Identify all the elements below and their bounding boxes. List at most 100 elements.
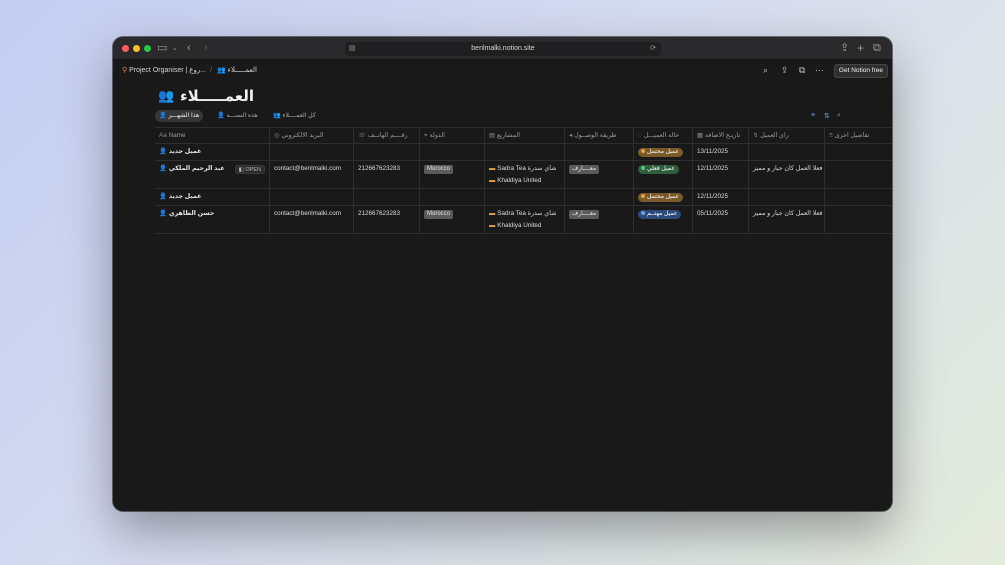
status-badge: عميل محتمل xyxy=(638,148,683,157)
review-cell[interactable] xyxy=(749,189,825,205)
maximize-window-button[interactable] xyxy=(144,45,151,52)
details-cell[interactable] xyxy=(825,189,892,205)
header-review[interactable]: ↯ راي العميل xyxy=(749,128,825,143)
more-icon[interactable]: ··· xyxy=(815,65,824,76)
tab-all-clients[interactable]: 👥 كل العمــــلاء xyxy=(269,110,320,122)
projects-cell[interactable] xyxy=(485,189,565,205)
status-cell[interactable]: عميل مهتــم xyxy=(634,206,693,233)
review-cell[interactable]: فعلا العمل كان جبار و مميز xyxy=(749,206,825,233)
sort-icon[interactable]: ⇅ xyxy=(824,112,830,120)
phone-cell[interactable] xyxy=(354,189,420,205)
date-cell[interactable]: 12/11/2025 xyxy=(693,189,749,205)
table-row[interactable]: 👤 عميل جديد عميل محتمل 13/11/2025 xyxy=(155,144,892,161)
sidebar-toggle-icon[interactable]: ▭ xyxy=(157,42,167,55)
header-date[interactable]: ▦ تاريـخ الاضافة xyxy=(693,128,749,143)
details-cell[interactable] xyxy=(825,161,892,188)
header-phone[interactable]: ☏ رقــــم الهاتــف xyxy=(354,128,420,143)
projects-cell[interactable]: ▬ Sadra Tea شاي سدرة ▬ Khaldiya United xyxy=(485,161,565,188)
tab-this-month[interactable]: 👤 هذا الشهـــر xyxy=(155,110,204,122)
close-window-button[interactable] xyxy=(122,45,129,52)
address-bar[interactable]: ▤ benlmalki.notion.site ⟳ xyxy=(345,42,661,56)
header-source[interactable]: ◂ طريقة الوصــول xyxy=(565,128,634,143)
folder-icon: ▬ xyxy=(489,210,496,217)
header-projects[interactable]: ▤ المشاريع xyxy=(485,128,565,143)
source-cell[interactable]: معــــارف xyxy=(565,161,634,188)
page-title: العمـــــلاء xyxy=(180,88,254,105)
source-cell[interactable]: معــــارف xyxy=(565,206,634,233)
details-cell[interactable] xyxy=(825,144,892,160)
name-cell[interactable]: 👤 حسن الطاهري xyxy=(155,206,270,233)
source-cell[interactable] xyxy=(565,144,634,160)
details-cell[interactable] xyxy=(825,206,892,233)
table-row[interactable]: 👤 حسن الطاهري contact@benlmalki.com 21266… xyxy=(155,206,892,234)
table-header: Aa Name ◎ البريد الالكتروني ☏ رقــــم الهات… xyxy=(155,127,892,144)
filter-icon[interactable]: ≡ xyxy=(811,112,815,119)
country-tag: Morocco xyxy=(424,210,454,219)
review-cell[interactable]: فعلا العمل كان جبار و مميز xyxy=(749,161,825,188)
new-tab-icon[interactable]: + xyxy=(857,42,864,55)
table-row[interactable]: 👤 عميل جديد عميل محتمل 12/11/2025 xyxy=(155,189,892,206)
name-cell[interactable]: 👤 عبد الرحيم الملكي ◧ OPEN xyxy=(155,161,270,188)
table-row[interactable]: 👤 عبد الرحيم الملكي ◧ OPEN contact@benlma… xyxy=(155,161,892,189)
country-cell[interactable] xyxy=(420,189,485,205)
people-icon: 👥 xyxy=(217,67,226,74)
people-icon: 👥 xyxy=(158,88,175,103)
minimize-window-button[interactable] xyxy=(133,45,140,52)
header-name[interactable]: Aa Name xyxy=(155,128,270,143)
share-icon[interactable]: ⇪ xyxy=(781,65,789,76)
email-cell[interactable]: contact@benlmalki.com xyxy=(270,206,354,233)
review-cell[interactable] xyxy=(749,144,825,160)
status-cell[interactable]: عميل فعلي xyxy=(634,161,693,188)
source-cell[interactable] xyxy=(565,189,634,205)
reload-icon[interactable]: ⟳ xyxy=(650,42,656,56)
country-tag: Morocco xyxy=(424,165,454,174)
person-icon: 👤 xyxy=(159,148,167,155)
back-icon[interactable]: ‹ xyxy=(187,42,191,55)
tab-this-year[interactable]: 👤 هذه السنـــة xyxy=(213,110,262,122)
share-browser-icon[interactable]: ⇪ xyxy=(840,42,849,55)
breadcrumb-page[interactable]: 👥 العمـــــلاء xyxy=(217,66,257,76)
duplicate-icon[interactable]: ⧉ xyxy=(799,65,805,76)
date-cell[interactable]: 12/11/2025 xyxy=(693,161,749,188)
name-cell[interactable]: 👤 عميل جديد xyxy=(155,144,270,160)
email-cell[interactable] xyxy=(270,189,354,205)
open-row-button[interactable]: ◧ OPEN xyxy=(234,165,265,174)
phone-cell[interactable]: 212667623283 xyxy=(354,206,420,233)
status-cell[interactable]: عميل محتمل xyxy=(634,189,693,205)
status-badge: عميل مهتــم xyxy=(638,210,682,219)
status-badge: عميل فعلي xyxy=(638,165,679,174)
search-icon[interactable]: ⌕ xyxy=(763,65,768,76)
header-details[interactable]: ≡ تفاصيل اخرى xyxy=(825,128,892,143)
projects-cell[interactable] xyxy=(485,144,565,160)
country-cell[interactable]: Morocco xyxy=(420,161,485,188)
folder-icon: ▬ xyxy=(489,177,496,184)
tab-overview-icon[interactable]: ⧉ xyxy=(873,42,881,55)
search-view-icon[interactable]: ⌕ xyxy=(837,112,841,120)
header-country[interactable]: ⌖ الدولة xyxy=(420,128,485,143)
person-icon: 👤 xyxy=(159,193,167,200)
email-cell[interactable] xyxy=(270,144,354,160)
chevron-down-icon[interactable]: ⌄ xyxy=(172,42,178,55)
forward-icon[interactable]: › xyxy=(204,42,208,55)
notion-page: ⚲ Project Organiser | روع... / 👥 العمـــ… xyxy=(113,60,892,511)
name-cell[interactable]: 👤 عميل جديد xyxy=(155,189,270,205)
folder-icon: ▬ xyxy=(489,222,496,229)
top-bar: ⚲ Project Organiser | روع... / 👥 العمـــ… xyxy=(113,60,892,82)
country-cell[interactable] xyxy=(420,144,485,160)
get-notion-free-button[interactable]: Get Notion free xyxy=(833,64,888,78)
browser-window: ▭ ⌄ ‹ › ▤ benlmalki.notion.site ⟳ ⇪ + ⧉ … xyxy=(113,37,892,511)
projects-cell[interactable]: ▬ Sadra Tea شاي سدرة ▬ Khaldiya United xyxy=(485,206,565,233)
breadcrumb-workspace[interactable]: ⚲ Project Organiser | روع... xyxy=(122,66,206,76)
date-cell[interactable]: 05/11/2025 xyxy=(693,206,749,233)
header-email[interactable]: ◎ البريد الالكتروني xyxy=(270,128,354,143)
date-cell[interactable]: 13/11/2025 xyxy=(693,144,749,160)
email-cell[interactable]: contact@benlmalki.com xyxy=(270,161,354,188)
source-tag: معــــارف xyxy=(569,165,600,174)
country-cell[interactable]: Morocco xyxy=(420,206,485,233)
header-status[interactable]: ◌ حالة العميـــل xyxy=(634,128,693,143)
status-cell[interactable]: عميل محتمل xyxy=(634,144,693,160)
phone-cell[interactable]: 212667623283 xyxy=(354,161,420,188)
phone-cell[interactable] xyxy=(354,144,420,160)
person-icon: 👤 xyxy=(159,165,167,172)
page-icon: ▤ xyxy=(349,45,356,52)
